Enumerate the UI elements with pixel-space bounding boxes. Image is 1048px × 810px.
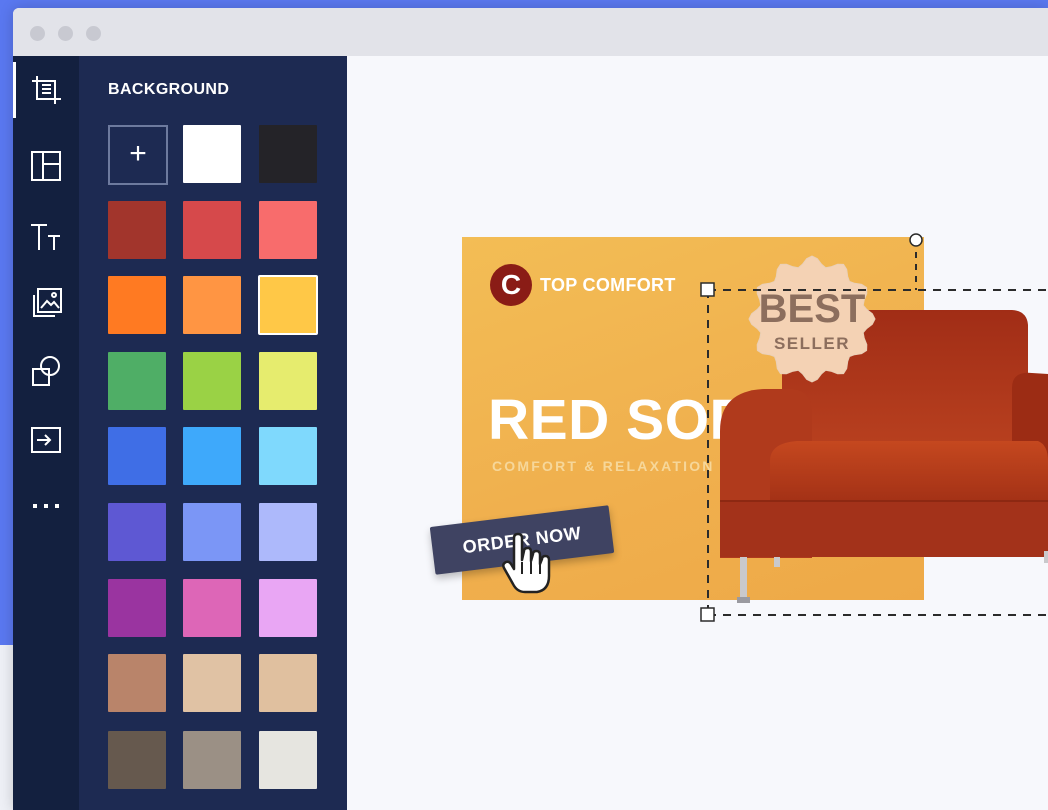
color-swatch[interactable] bbox=[108, 503, 166, 561]
tool-images[interactable] bbox=[13, 276, 79, 332]
layout-grid-icon bbox=[31, 151, 61, 181]
window-maximize-button[interactable] bbox=[86, 26, 101, 41]
color-swatch[interactable] bbox=[259, 427, 317, 485]
add-color-button[interactable]: + bbox=[108, 125, 168, 185]
color-swatch[interactable] bbox=[108, 201, 166, 259]
color-swatch[interactable] bbox=[183, 503, 241, 561]
badge-line-1: BEST bbox=[759, 287, 866, 331]
import-icon bbox=[31, 427, 61, 453]
color-swatch[interactable] bbox=[183, 579, 241, 637]
tool-shapes[interactable] bbox=[13, 343, 79, 399]
tool-upload[interactable] bbox=[13, 412, 79, 468]
color-swatch[interactable] bbox=[183, 731, 241, 789]
color-swatch[interactable] bbox=[259, 731, 317, 789]
color-swatch[interactable] bbox=[183, 352, 241, 410]
color-swatch[interactable] bbox=[108, 427, 166, 485]
color-swatch[interactable] bbox=[183, 201, 241, 259]
text-icon bbox=[31, 224, 60, 250]
color-swatch[interactable] bbox=[259, 579, 317, 637]
tool-text[interactable] bbox=[13, 208, 79, 264]
color-swatch[interactable] bbox=[183, 427, 241, 485]
tool-layout[interactable] bbox=[13, 138, 79, 194]
background-panel: BACKGROUND + bbox=[79, 56, 347, 810]
panel-title: BACKGROUND bbox=[108, 81, 230, 98]
images-icon bbox=[33, 288, 62, 317]
tool-rail bbox=[13, 56, 79, 810]
tool-more[interactable] bbox=[13, 478, 79, 534]
badge-line-2: SELLER bbox=[774, 334, 850, 353]
color-swatch[interactable] bbox=[183, 125, 241, 183]
more-dots-icon bbox=[33, 504, 59, 508]
color-swatch[interactable] bbox=[259, 654, 317, 712]
window-close-button[interactable] bbox=[30, 26, 45, 41]
best-seller-badge[interactable]: BEST SELLER bbox=[745, 252, 879, 386]
color-swatch[interactable] bbox=[108, 352, 166, 410]
color-swatch[interactable] bbox=[108, 579, 166, 637]
color-swatch[interactable] bbox=[108, 276, 166, 334]
color-swatch[interactable] bbox=[108, 654, 166, 712]
color-swatch[interactable] bbox=[259, 352, 317, 410]
color-swatch[interactable] bbox=[259, 503, 317, 561]
hand-cursor-icon bbox=[502, 532, 551, 594]
shapes-icon bbox=[32, 356, 60, 386]
color-swatch[interactable] bbox=[183, 654, 241, 712]
color-swatch[interactable] bbox=[259, 125, 317, 183]
title-bar bbox=[13, 8, 1048, 56]
color-swatch[interactable] bbox=[258, 275, 318, 335]
color-swatch[interactable] bbox=[183, 276, 241, 334]
tool-background[interactable] bbox=[13, 62, 79, 118]
color-swatch[interactable] bbox=[108, 731, 166, 789]
window-minimize-button[interactable] bbox=[58, 26, 73, 41]
color-swatch[interactable] bbox=[259, 201, 317, 259]
background-tool-icon bbox=[32, 76, 61, 104]
